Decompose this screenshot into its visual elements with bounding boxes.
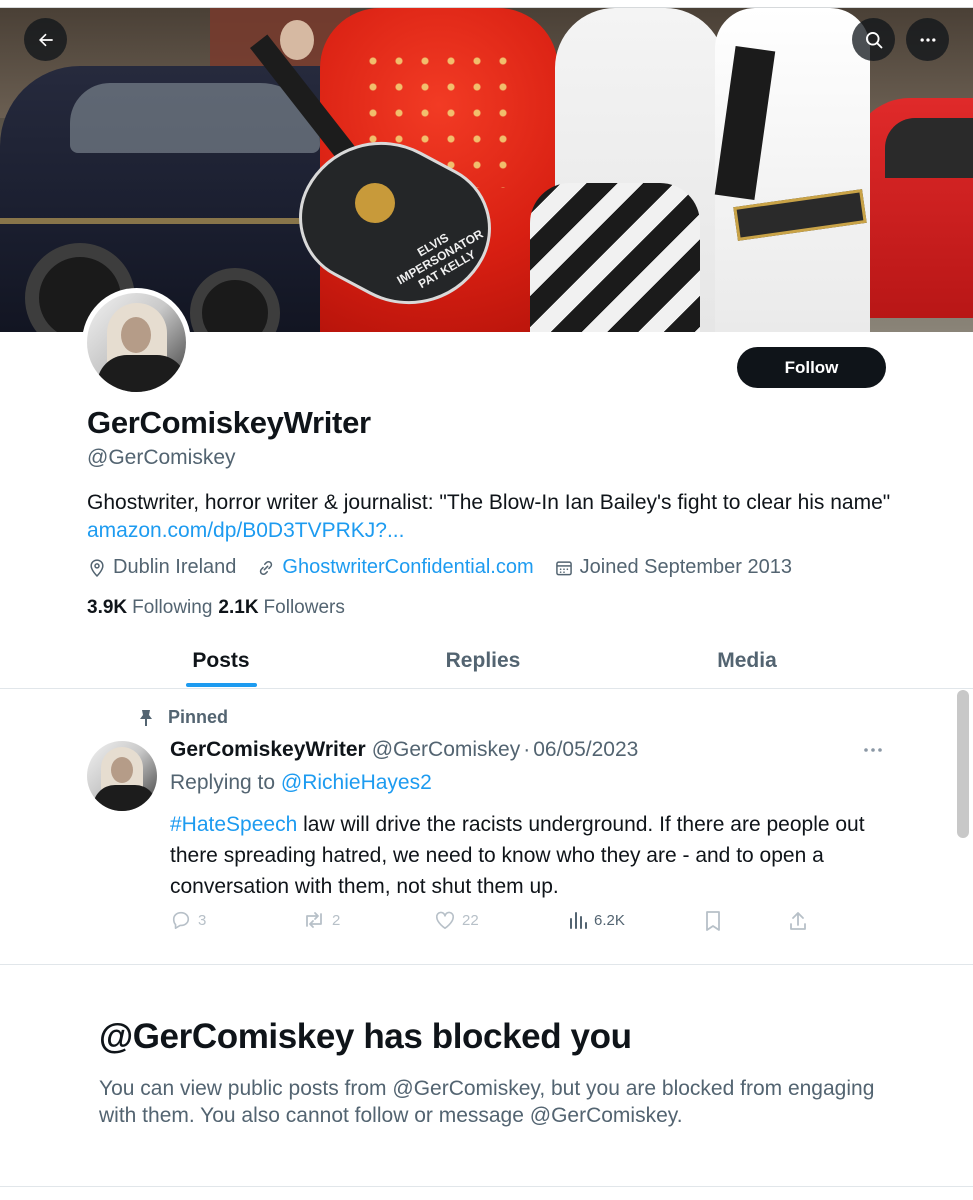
post-author-name[interactable]: GerComiskeyWriter xyxy=(170,738,366,762)
back-button[interactable] xyxy=(24,18,67,61)
followers-count: 2.1K xyxy=(218,597,259,618)
avatar-image xyxy=(87,293,186,392)
post-actions: 3 2 22 6.2K xyxy=(170,910,810,936)
profile-banner-image[interactable]: ELVIS IMPERSONATOR PAT KELLY xyxy=(0,8,973,332)
replying-prefix: Replying to xyxy=(170,771,281,794)
location-text: Dublin Ireland xyxy=(113,556,237,578)
banner-car-windshield xyxy=(70,83,320,153)
pinned-indicator: Pinned xyxy=(138,707,228,728)
share-button[interactable] xyxy=(788,910,814,932)
arrow-left-icon xyxy=(38,33,53,46)
tab-media[interactable]: Media xyxy=(680,633,814,689)
profile-tabs: Posts Replies Media xyxy=(0,633,973,689)
post-more-button[interactable] xyxy=(858,740,888,764)
repost-count: 2 xyxy=(332,911,341,929)
location-pin-icon xyxy=(90,558,104,577)
reply-icon xyxy=(172,911,190,929)
bio-text: Ghostwriter, horror writer & journalist:… xyxy=(87,491,891,514)
calendar-icon xyxy=(555,560,572,575)
search-icon xyxy=(865,31,882,48)
replying-to: Replying to @RichieHayes2 xyxy=(170,771,432,795)
profile-joined: Joined September 2013 xyxy=(554,556,792,579)
active-tab-indicator xyxy=(186,683,257,687)
pinned-label: Pinned xyxy=(168,707,229,727)
followers-label: Followers xyxy=(263,597,345,618)
pin-icon xyxy=(140,709,152,726)
post-author-avatar[interactable] xyxy=(87,741,157,811)
reply-button[interactable]: 3 xyxy=(170,910,206,930)
share-icon xyxy=(790,912,806,930)
follow-button[interactable]: Follow xyxy=(737,347,886,388)
repost-icon xyxy=(306,912,322,928)
heart-icon xyxy=(435,911,455,929)
profile-meta: Dublin Ireland GhostwriterConfidential.c… xyxy=(87,556,812,579)
banner-striped-pants xyxy=(530,183,700,332)
profile-location: Dublin Ireland xyxy=(87,556,236,579)
post-date[interactable]: 06/05/2023 xyxy=(533,738,638,762)
joined-text: Joined September 2013 xyxy=(579,556,793,578)
like-count: 22 xyxy=(462,911,479,929)
blocked-message: You can view public posts from @GerComis… xyxy=(99,1077,875,1127)
tab-replies[interactable]: Replies xyxy=(410,633,556,689)
bookmark-icon xyxy=(706,911,720,931)
blocked-title: @GerComiskey has blocked you xyxy=(99,1017,632,1056)
following-label: Following xyxy=(132,597,213,618)
views-chart-icon xyxy=(570,912,587,929)
more-horizontal-icon xyxy=(920,37,935,42)
profile-counts: 3.9K Following 2.1K Followers xyxy=(87,597,351,619)
bottom-divider xyxy=(0,1186,973,1187)
profile-display-name: GerComiskeyWriter xyxy=(87,405,371,440)
banner-red-car-window xyxy=(885,118,973,178)
following-count: 3.9K xyxy=(87,597,128,618)
window-top-edge xyxy=(0,0,973,8)
reply-count: 3 xyxy=(198,911,207,929)
post-text: #HateSpeech law will drive the racists u… xyxy=(170,809,890,902)
post-author-handle[interactable]: @GerComiskey xyxy=(372,738,521,762)
profile-handle: @GerComiskey xyxy=(87,446,236,469)
search-button[interactable] xyxy=(852,18,895,61)
views-button[interactable]: 6.2K xyxy=(568,910,625,930)
replying-to-handle[interactable]: @RichieHayes2 xyxy=(281,771,432,794)
scrollbar-thumb[interactable] xyxy=(957,690,969,838)
more-options-button[interactable] xyxy=(906,18,949,61)
banner-guitar-sound-hole xyxy=(355,183,395,223)
profile-avatar[interactable] xyxy=(82,288,191,397)
repost-button[interactable]: 2 xyxy=(302,910,340,930)
like-button[interactable]: 22 xyxy=(434,910,479,930)
bookmark-button[interactable] xyxy=(704,910,728,932)
followers-count-link[interactable]: 2.1K Followers xyxy=(218,597,344,619)
more-horizontal-icon xyxy=(864,748,882,752)
bio-link[interactable]: amazon.com/dp/B0D3TVPRKJ?... xyxy=(87,519,404,542)
views-count: 6.2K xyxy=(594,911,625,929)
section-divider xyxy=(0,964,973,965)
post-header: GerComiskeyWriter @GerComiskey · 06/05/2… xyxy=(170,738,638,762)
post-separator: · xyxy=(523,738,531,761)
profile-bio: Ghostwriter, horror writer & journalist:… xyxy=(87,489,907,545)
website-link[interactable]: GhostwriterConfidential.com xyxy=(282,556,533,579)
tab-posts[interactable]: Posts xyxy=(150,633,292,689)
following-count-link[interactable]: 3.9K Following xyxy=(87,597,212,619)
banner-bystander xyxy=(280,20,314,60)
link-icon xyxy=(260,560,273,575)
post-hashtag[interactable]: #HateSpeech xyxy=(170,813,297,836)
profile-website[interactable]: GhostwriterConfidential.com xyxy=(256,556,534,579)
